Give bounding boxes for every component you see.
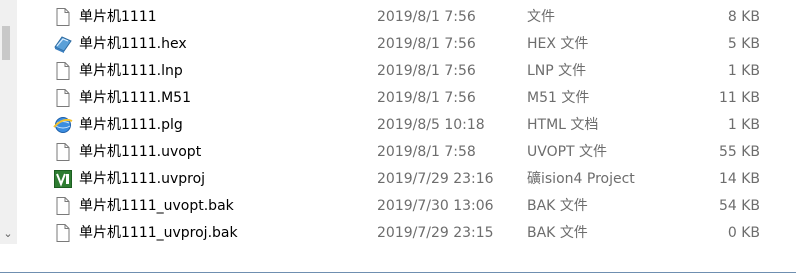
file-type: 礦ision4 Project — [527, 171, 635, 187]
file-icon — [53, 88, 73, 108]
file-size: 5 KB — [727, 36, 760, 52]
file-row[interactable]: 单片机1111.M51 2019/8/1 7:56 M51 文件 11 KB — [0, 84, 796, 111]
file-type: LNP 文件 — [527, 63, 587, 79]
file-row[interactable]: 单片机1111 2019/8/1 7:56 文件 8 KB — [0, 3, 796, 30]
file-date: 2019/8/1 7:56 — [377, 63, 476, 79]
file-name: 单片机1111 — [79, 9, 157, 25]
file-type: HTML 文档 — [527, 117, 599, 133]
file-size: 0 KB — [727, 225, 760, 241]
file-size: 11 KB — [718, 90, 760, 106]
file-row[interactable]: 单片机1111_uvopt.bak 2019/7/30 13:06 BAK 文件… — [0, 192, 796, 219]
file-type: UVOPT 文件 — [527, 144, 608, 160]
file-type: BAK 文件 — [527, 198, 588, 214]
file-row[interactable]: 单片机1111_uvproj.bak 2019/7/29 23:15 BAK 文… — [0, 219, 796, 246]
file-row[interactable]: 单片机1111.hex 2019/8/1 7:56 HEX 文件 5 KB — [0, 30, 796, 57]
file-row[interactable]: 单片机1111.plg 2019/8/5 10:18 HTML 文档 1 KB — [0, 111, 796, 138]
file-date: 2019/7/29 23:15 — [377, 225, 494, 241]
file-name: 单片机1111_uvopt.bak — [79, 198, 234, 214]
file-name: 单片机1111.lnp — [79, 63, 183, 79]
file-type: BAK 文件 — [527, 225, 588, 241]
file-row[interactable]: 单片机1111.uvproj 2019/7/29 23:16 礦ision4 P… — [0, 165, 796, 192]
file-date: 2019/7/29 23:16 — [377, 171, 494, 187]
file-date: 2019/8/1 7:56 — [377, 9, 476, 25]
file-icon — [53, 142, 73, 162]
file-date: 2019/8/1 7:56 — [377, 36, 476, 52]
file-size: 14 KB — [718, 171, 760, 187]
hex-file-icon — [53, 34, 73, 54]
file-size: 54 KB — [718, 198, 760, 214]
file-name: 单片机1111.uvopt — [79, 144, 202, 160]
file-icon — [53, 196, 73, 216]
file-size: 55 KB — [718, 144, 760, 160]
divider — [0, 272, 796, 273]
file-date: 2019/8/1 7:56 — [377, 90, 476, 106]
file-type: HEX 文件 — [527, 36, 589, 52]
status-area — [0, 244, 796, 275]
file-name: 单片机1111.hex — [79, 36, 187, 52]
file-icon — [53, 7, 73, 27]
file-list: 单片机1111 2019/8/1 7:56 文件 8 KB 单片机1111.he… — [0, 3, 796, 246]
file-size: 1 KB — [727, 117, 760, 133]
file-type: 文件 — [527, 9, 555, 25]
file-row[interactable]: 单片机1111.lnp 2019/8/1 7:56 LNP 文件 1 KB — [0, 57, 796, 84]
file-date: 2019/8/1 7:58 — [377, 144, 476, 160]
html-file-icon — [53, 115, 73, 135]
file-icon — [53, 61, 73, 81]
file-icon — [53, 223, 73, 243]
file-name: 单片机1111.plg — [79, 117, 183, 133]
file-name: 单片机1111.uvproj — [79, 171, 206, 187]
file-row[interactable]: 单片机1111.uvopt 2019/8/1 7:58 UVOPT 文件 55 … — [0, 138, 796, 165]
file-size: 1 KB — [727, 63, 760, 79]
file-name: 单片机1111.M51 — [79, 90, 191, 106]
file-date: 2019/7/30 13:06 — [377, 198, 494, 214]
uvision-project-icon — [53, 169, 73, 189]
file-name: 单片机1111_uvproj.bak — [79, 225, 238, 241]
file-type: M51 文件 — [527, 90, 590, 106]
file-date: 2019/8/5 10:18 — [377, 117, 485, 133]
file-size: 8 KB — [727, 9, 760, 25]
